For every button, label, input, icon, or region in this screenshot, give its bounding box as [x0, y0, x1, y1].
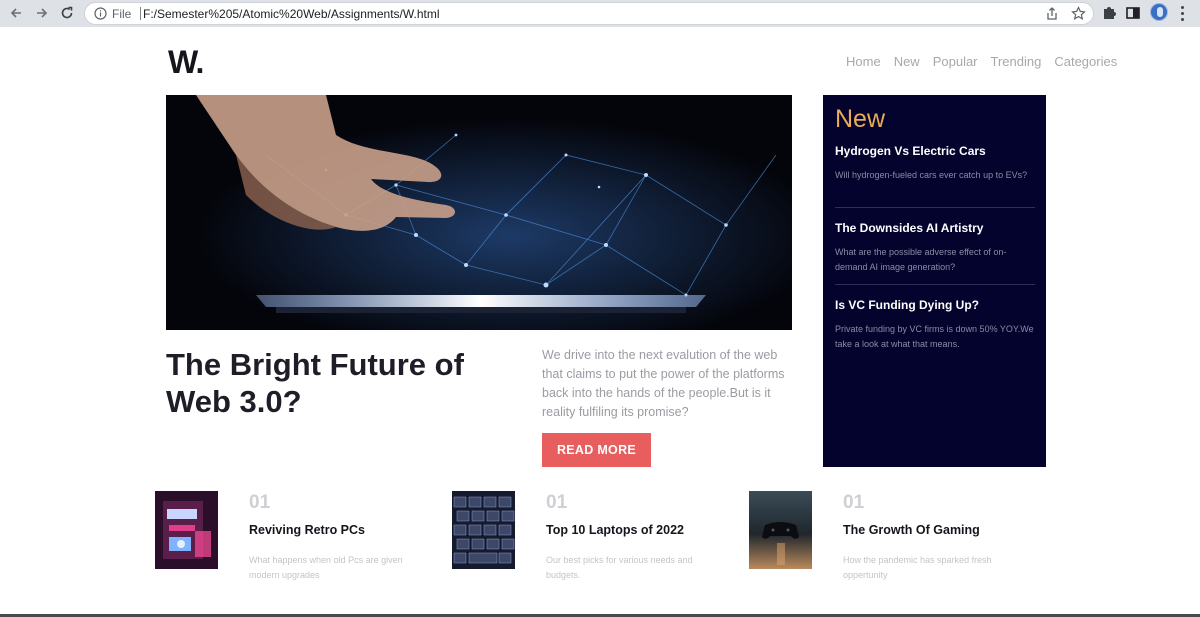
read-more-button[interactable]: READ MORE — [542, 433, 651, 467]
nav-home[interactable]: Home — [846, 54, 881, 69]
new-item-title[interactable]: Hydrogen Vs Electric Cars — [835, 144, 1035, 158]
new-item-title[interactable]: The Downsides AI Artistry — [835, 221, 1035, 235]
card-desc: Our best picks for various needs and bud… — [546, 555, 693, 580]
divider — [835, 207, 1035, 208]
divider — [835, 284, 1035, 285]
featured-lede: We drive into the next evalution of the … — [542, 348, 785, 419]
new-item-desc: Private funding by VC firms is down 50% … — [835, 324, 1034, 349]
new-item-title[interactable]: Is VC Funding Dying Up? — [835, 298, 1035, 312]
browser-toolbar: File F:/Semester%205/Atomic%20Web/Assign… — [0, 0, 1200, 27]
back-icon[interactable] — [7, 4, 25, 22]
new-panel-title: New — [835, 105, 886, 133]
side-panel-icon[interactable] — [1125, 5, 1141, 21]
card-thumbnail-retro-pc[interactable] — [155, 491, 218, 569]
nav-popular[interactable]: Popular — [933, 54, 978, 69]
address-bar[interactable]: File F:/Semester%205/Atomic%20Web/Assign… — [84, 2, 1094, 25]
new-item[interactable]: Is VC Funding Dying Up? Private funding … — [835, 298, 1035, 352]
address-separator — [140, 7, 141, 20]
card-title[interactable]: Reviving Retro PCs — [249, 523, 365, 537]
url-text[interactable]: F:/Semester%205/Atomic%20Web/Assignments… — [143, 7, 440, 21]
hero-image — [166, 95, 792, 330]
card-title[interactable]: The Growth Of Gaming — [843, 523, 980, 537]
share-icon[interactable] — [1045, 7, 1059, 21]
new-articles-panel: New Hydrogen Vs Electric Cars Will hydro… — [823, 95, 1046, 467]
article-card[interactable]: 01 Top 10 Laptops of 2022 Our best picks… — [452, 491, 742, 586]
article-card[interactable]: 01 The Growth Of Gaming How the pandemic… — [749, 491, 1039, 586]
browser-menu-icon[interactable] — [1180, 6, 1184, 21]
new-item-desc: Will hydrogen-fueled cars ever catch up … — [835, 170, 1028, 180]
bookmark-star-icon[interactable] — [1071, 6, 1086, 21]
nav-trending[interactable]: Trending — [991, 54, 1042, 69]
new-item[interactable]: Hydrogen Vs Electric Cars Will hydrogen-… — [835, 144, 1035, 183]
card-number: 01 — [843, 492, 865, 513]
card-title[interactable]: Top 10 Laptops of 2022 — [546, 523, 684, 537]
main-nav: Home New Popular Trending Categories — [846, 54, 1117, 69]
card-desc: What happens when old Pcs are given mode… — [249, 555, 403, 580]
nav-categories[interactable]: Categories — [1054, 54, 1117, 69]
new-item[interactable]: The Downsides AI Artistry What are the p… — [835, 221, 1035, 275]
featured-headline[interactable]: The Bright Future of Web 3.0? — [166, 346, 466, 420]
file-scheme-label: File — [112, 7, 132, 21]
profile-avatar[interactable] — [1150, 3, 1168, 21]
nav-new[interactable]: New — [894, 54, 920, 69]
info-icon[interactable] — [94, 7, 107, 20]
card-thumbnail-keyboard[interactable] — [452, 491, 515, 569]
extensions-puzzle-icon[interactable] — [1101, 5, 1117, 21]
reload-icon[interactable] — [58, 4, 76, 22]
new-item-desc: What are the possible adverse effect of … — [835, 247, 1007, 272]
card-number: 01 — [546, 492, 568, 513]
article-card[interactable]: 01 Reviving Retro PCs What happens when … — [155, 491, 445, 586]
card-desc: How the pandemic has sparked fresh opper… — [843, 555, 992, 580]
card-number: 01 — [249, 492, 271, 513]
forward-icon[interactable] — [33, 4, 51, 22]
site-logo[interactable]: W. — [168, 44, 204, 81]
card-thumbnail-gamepad[interactable] — [749, 491, 812, 569]
